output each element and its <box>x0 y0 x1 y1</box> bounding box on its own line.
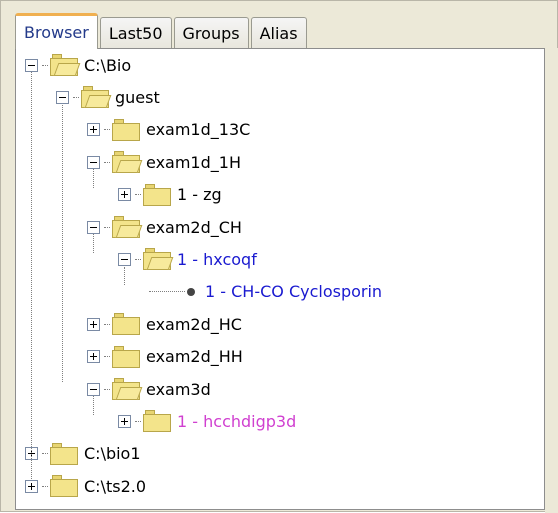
tree-item-label: exam2d_CH <box>146 217 242 237</box>
tree-guide-line <box>93 234 94 253</box>
folder-open-icon <box>112 151 143 174</box>
tree-connector <box>42 453 48 455</box>
tree-item-label: exam2d_HC <box>146 314 242 334</box>
tree-connector <box>73 96 79 98</box>
tree-connector <box>135 420 141 422</box>
folder-closed-icon <box>143 183 171 206</box>
tree-connector <box>104 226 110 228</box>
tree-item-label: exam1d_1H <box>146 152 241 172</box>
expand-plus-icon[interactable] <box>87 350 100 364</box>
tree-item-label: C:\Bio <box>84 55 132 75</box>
tree-row[interactable]: exam2d_HH <box>87 341 243 373</box>
folder-closed-icon <box>112 345 140 368</box>
tree-item-label: C:\bio1 <box>84 444 141 464</box>
collapse-minus-icon[interactable] <box>118 252 131 266</box>
tab-last50[interactable]: Last50 <box>99 17 172 49</box>
tree-connector <box>104 161 110 163</box>
tree-guide-line <box>62 104 63 383</box>
tree-item-label: exam2d_HH <box>146 347 243 367</box>
tree-connector <box>104 388 110 390</box>
expand-plus-icon[interactable] <box>118 188 131 202</box>
tree-row[interactable]: guest <box>56 81 160 113</box>
tree-connector <box>104 129 110 131</box>
expand-plus-icon[interactable] <box>87 317 100 331</box>
tree-row[interactable]: 1 - hcchdigp3d <box>118 405 296 437</box>
tab-label: Alias <box>259 24 298 43</box>
tree-row[interactable]: 1 - zg <box>118 179 222 211</box>
expand-plus-icon[interactable] <box>87 123 100 137</box>
tree-row[interactable]: C:\Bio <box>25 49 131 81</box>
tree-guide-line <box>93 169 94 188</box>
folder-closed-icon <box>50 475 78 498</box>
tree-item-label: 1 - hxcoqf <box>177 249 257 269</box>
tab-alias[interactable]: Alias <box>250 17 307 49</box>
tree-connector <box>135 194 141 196</box>
tab-strip: Browser Last50 Groups Alias <box>15 13 535 49</box>
tab-browser[interactable]: Browser <box>15 13 98 49</box>
tree-item-label: exam1d_13C <box>146 120 251 140</box>
folder-open-icon <box>112 216 143 238</box>
tree-row[interactable]: C:\bio1 <box>25 438 141 470</box>
browser-panel: Browser Last50 Groups Alias C:\Bio guest e… <box>0 0 558 513</box>
tree-item-label: 1 - CH-CO Cyclosporin <box>205 282 383 302</box>
panel-edge <box>545 48 558 513</box>
folder-closed-icon <box>143 410 171 433</box>
tab-label: Last50 <box>108 24 163 43</box>
file-tree: C:\Bio guest exam1d_13C exam1d_1H 1 - zg exam… <box>15 48 545 510</box>
tree-guide-line <box>124 266 125 285</box>
tree-item-label: exam3d <box>146 379 211 399</box>
tree-row[interactable]: exam3d <box>87 373 211 405</box>
tree-row[interactable]: exam2d_HC <box>87 308 242 340</box>
tab-groups[interactable]: Groups <box>173 17 249 49</box>
tree-row[interactable]: exam1d_13C <box>87 114 250 146</box>
collapse-minus-icon[interactable] <box>87 382 100 396</box>
tree-connector <box>42 64 48 66</box>
tree-guide-line <box>31 72 32 480</box>
folder-open-icon <box>81 86 112 109</box>
tree-connector <box>42 485 48 487</box>
collapse-minus-icon[interactable] <box>87 220 100 234</box>
tree-row[interactable]: 1 - hxcoqf <box>118 243 257 275</box>
tab-label: Groups <box>182 24 240 43</box>
tree-row[interactable]: 1 - CH-CO Cyclosporin <box>149 276 382 308</box>
folder-closed-icon <box>112 118 140 141</box>
folder-open-icon <box>50 54 81 76</box>
collapse-minus-icon[interactable] <box>87 155 100 169</box>
expand-plus-icon[interactable] <box>118 414 131 428</box>
tree-item-label: C:\ts2.0 <box>84 476 147 496</box>
folder-closed-icon <box>112 313 140 336</box>
tree-connector <box>104 323 110 325</box>
tab-label: Browser <box>24 23 89 42</box>
folder-closed-icon <box>50 442 78 465</box>
collapse-minus-icon[interactable] <box>25 58 38 72</box>
expand-plus-icon[interactable] <box>25 479 38 493</box>
tree-row[interactable]: C:\ts2.0 <box>25 470 146 502</box>
leaf-dot-icon <box>187 287 195 296</box>
tree-item-label: guest <box>115 87 160 107</box>
tree-item-label: 1 - zg <box>177 185 222 205</box>
tree-connector <box>135 258 141 260</box>
tree-connector <box>149 291 185 293</box>
tree-row[interactable]: exam2d_CH <box>87 211 242 243</box>
tree-connector <box>104 356 110 358</box>
folder-open-icon <box>143 248 174 271</box>
tree-row[interactable]: exam1d_1H <box>87 146 241 178</box>
folder-open-icon <box>112 378 143 400</box>
collapse-minus-icon[interactable] <box>56 90 69 104</box>
tree-guide-line <box>93 396 94 415</box>
tree-item-label: 1 - hcchdigp3d <box>177 411 297 431</box>
